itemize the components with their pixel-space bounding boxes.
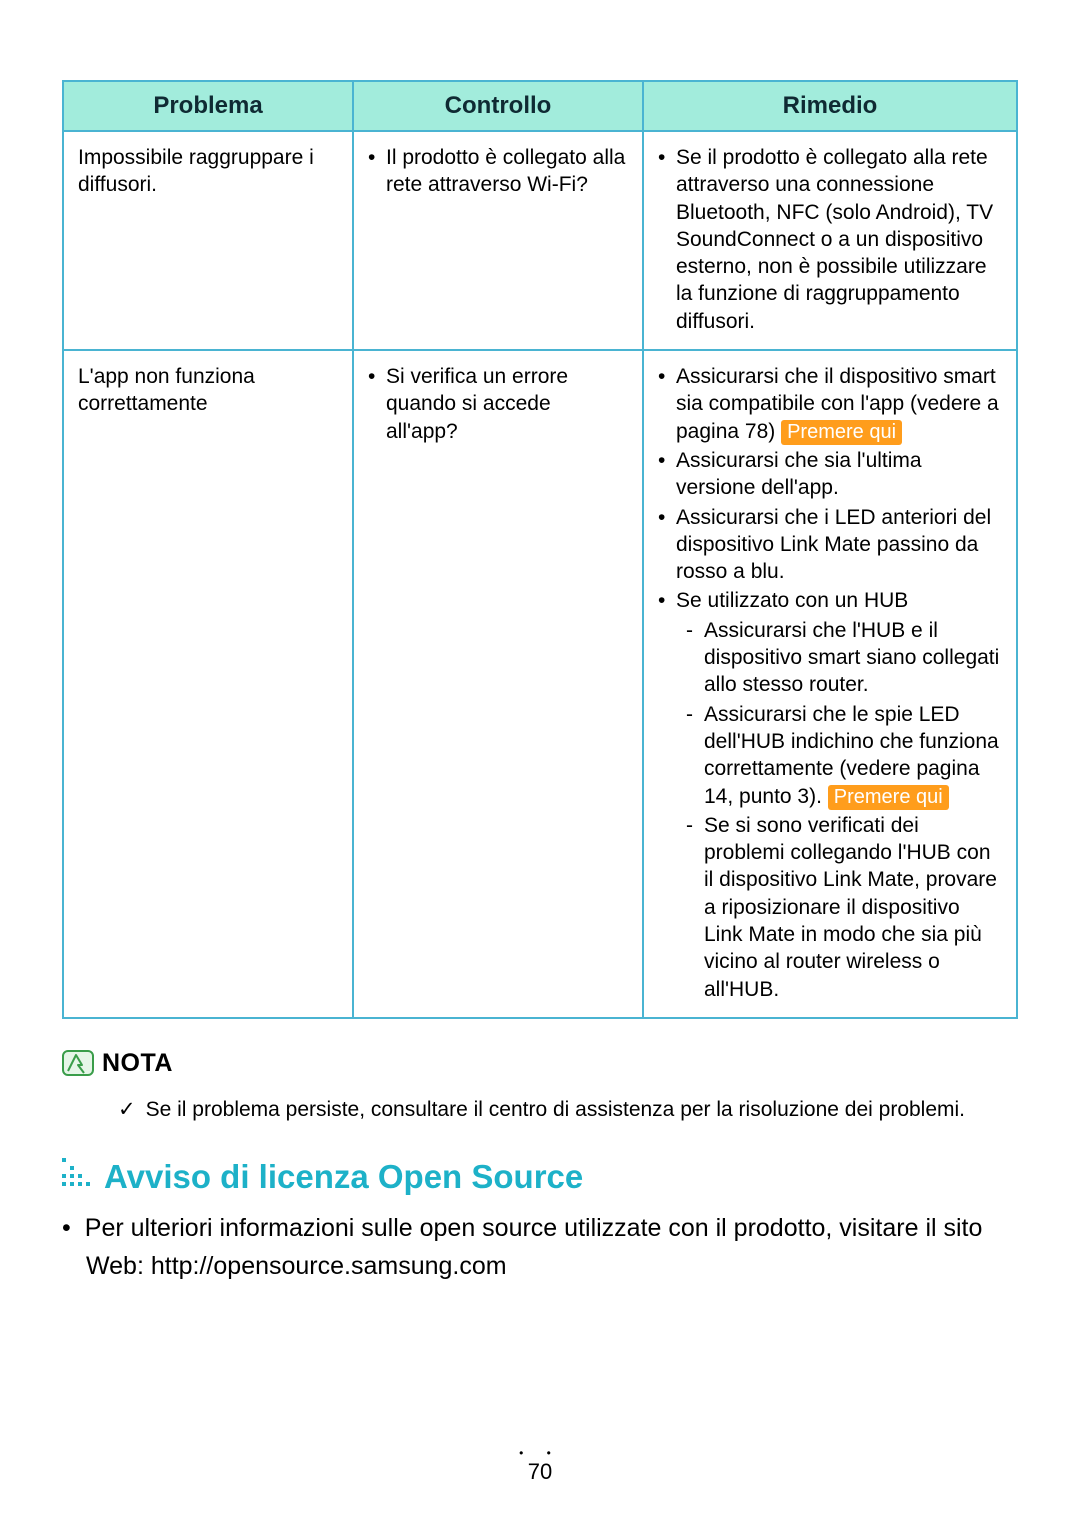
body-paragraph: Per ulteriori informazioni sulle open so… <box>62 1210 1018 1285</box>
remedy-subitem: Assicurarsi che le spie LED dell'HUB ind… <box>676 701 1002 810</box>
section-heading: Avviso di licenza Open Source <box>104 1158 583 1196</box>
note-icon <box>62 1049 94 1077</box>
cell-control: Si verifica un errore quando si accede a… <box>353 350 643 1018</box>
premere-link[interactable]: Premere qui <box>781 420 902 445</box>
cell-remedy: Se il prodotto è collegato alla rete att… <box>643 131 1017 350</box>
premere-link[interactable]: Premere qui <box>828 785 949 810</box>
remedy-item: Se utilizzato con un HUB Assicurarsi che… <box>658 587 1002 1002</box>
cell-remedy: Assicurarsi che il dispositivo smart sia… <box>643 350 1017 1018</box>
note-text: Se il problema persiste, consultare il c… <box>118 1096 1018 1124</box>
cell-problem: L'app non funziona correttamente <box>63 350 353 1018</box>
header-remedy: Rimedio <box>643 81 1017 131</box>
remedy-subitem: Se si sono verificati dei problemi colle… <box>676 812 1002 1003</box>
remedy-item: Assicurarsi che sia l'ultima versione de… <box>658 447 1002 502</box>
remedy-item: Assicurarsi che il dispositivo smart sia… <box>658 363 1002 445</box>
control-item: Il prodotto è collegato alla rete attrav… <box>368 144 628 199</box>
grid-dots-icon <box>62 1158 92 1188</box>
remedy-text: Se utilizzato con un HUB <box>676 589 908 612</box>
page-number: • • 70 <box>0 1450 1080 1485</box>
header-problem: Problema <box>63 81 353 131</box>
note-label: NOTA <box>102 1049 173 1078</box>
note-block: NOTA <box>62 1049 1018 1078</box>
table-row: Impossibile raggruppare i diffusori. Il … <box>63 131 1017 350</box>
table-row: L'app non funziona correttamente Si veri… <box>63 350 1017 1018</box>
cell-problem: Impossibile raggruppare i diffusori. <box>63 131 353 350</box>
page-number-dots: • • <box>0 1450 1080 1457</box>
remedy-subitem: Assicurarsi che l'HUB e il dispositivo s… <box>676 617 1002 699</box>
troubleshooting-table: Problema Controllo Rimedio Impossibile r… <box>62 80 1018 1019</box>
cell-control: Il prodotto è collegato alla rete attrav… <box>353 131 643 350</box>
section-heading-row: Avviso di licenza Open Source <box>62 1158 1018 1196</box>
remedy-item: Assicurarsi che i LED anteriori del disp… <box>658 504 1002 586</box>
page-number-value: 70 <box>528 1459 552 1484</box>
remedy-item: Se il prodotto è collegato alla rete att… <box>658 144 1002 335</box>
control-item: Si verifica un errore quando si accede a… <box>368 363 628 445</box>
header-control: Controllo <box>353 81 643 131</box>
